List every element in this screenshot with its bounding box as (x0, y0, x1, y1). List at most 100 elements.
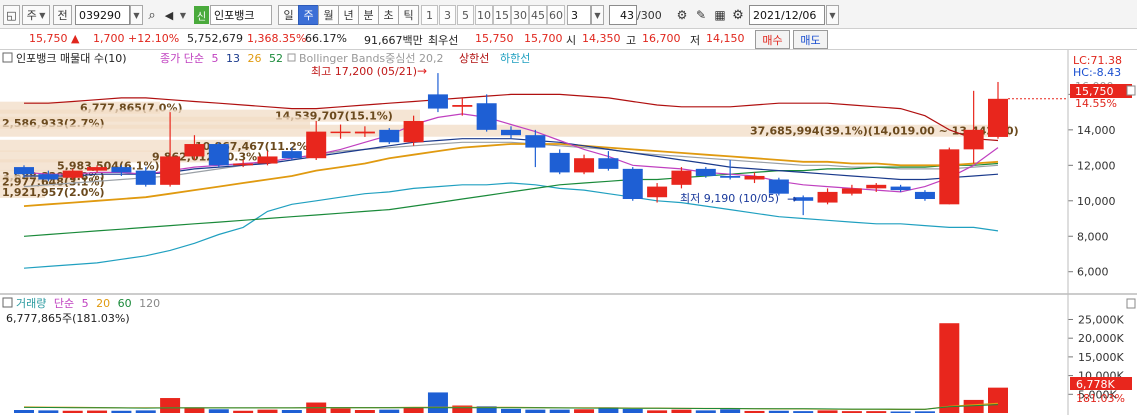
arrow-right-icon: → (417, 64, 427, 78)
price-tick-label: 12,000 (1077, 159, 1116, 172)
period-dropdown-label: 주 (26, 9, 37, 22)
candle-body (427, 94, 448, 109)
stock-name-label: 인포뱅크 (214, 9, 255, 22)
chevron-down-icon: ▼ (133, 10, 140, 20)
legend-bb-upper: 상한선 (459, 52, 489, 65)
candle-body (403, 120, 424, 143)
interval-button-3[interactable]: 3 (439, 5, 456, 25)
candle-body (281, 151, 302, 159)
low-note: 최저 9,190 (10/05) (680, 192, 779, 205)
low-price: 14,150 (706, 32, 745, 45)
volume-ratio: 1,368.35% (247, 32, 307, 45)
open-price: 14,350 (582, 32, 621, 45)
volume-bar (38, 410, 59, 413)
candle-body (306, 131, 327, 159)
interval-button-10[interactable]: 10 (475, 5, 493, 25)
price-tick-label: 14,000 (1077, 124, 1116, 137)
candle-body (14, 167, 34, 175)
date-input[interactable]: 2021/12/06 (749, 5, 825, 25)
high-price: 16,700 (642, 32, 681, 45)
gear-icon[interactable]: ⚙ (729, 5, 747, 25)
period-tab-4[interactable]: 분 (358, 5, 379, 25)
price-tag-pct: 14.55% (1075, 97, 1117, 110)
volume-bar (379, 409, 400, 413)
interval-count[interactable]: 3 (567, 5, 591, 25)
candle-body (525, 135, 546, 148)
interval-button-1[interactable]: 1 (421, 5, 438, 25)
layout-icon[interactable]: ◱ (3, 5, 20, 25)
interval-button-45[interactable]: 45 (529, 5, 547, 25)
volume-bar (281, 410, 302, 413)
price-chart[interactable]: 6,777,865(7.0%)14,539,707(15.1%)2,586,93… (0, 50, 1137, 415)
prev-button-label: 전 (57, 9, 68, 22)
current-price-value: 15,750 (29, 32, 68, 45)
candle-body (208, 144, 229, 166)
code-dropdown[interactable]: ▼ (130, 5, 143, 25)
candle-body (452, 105, 473, 107)
interval-button-30[interactable]: 30 (511, 5, 529, 25)
up-arrow-icon: ▲ (71, 32, 80, 45)
date-dropdown[interactable]: ▼ (826, 5, 839, 25)
legend-box-icon[interactable] (2, 52, 13, 63)
legend-box-icon[interactable] (2, 297, 13, 308)
page-input[interactable]: 43 (609, 5, 637, 25)
period-tab-3[interactable]: 년 (338, 5, 359, 25)
indicator-icon[interactable]: ⚙ (673, 5, 691, 25)
candle-body (38, 174, 59, 180)
date-value: 2021/12/06 (753, 8, 817, 22)
chevron-down-icon: ▼ (829, 10, 836, 20)
volume-bar (62, 410, 83, 413)
price-legend: 인포뱅크 매물대 수(10) 종가 단순 5 13 26 52 Bollinge… (2, 51, 530, 65)
price-tick-label: 8,000 (1077, 230, 1109, 243)
count-dropdown[interactable]: ▼ (591, 5, 604, 25)
candle-body (695, 168, 716, 176)
candle-body (744, 175, 765, 180)
candle-body (841, 188, 862, 194)
stock-code-input[interactable]: 039290 (75, 5, 130, 25)
volume-tick-label: 25,000K (1078, 313, 1124, 326)
grid-icon[interactable]: ▦ (712, 5, 728, 25)
volume-bar (87, 410, 108, 413)
volume-bar (427, 392, 448, 413)
period-tab-1[interactable]: 주 (298, 5, 319, 25)
candle-body (574, 158, 595, 173)
volume-bar (233, 410, 254, 413)
sell-button[interactable]: 매도 (793, 30, 828, 49)
scroll-up-icon[interactable] (1126, 298, 1136, 309)
vma20: 20 (96, 297, 110, 310)
speaker-icon[interactable]: ◀ (162, 5, 176, 25)
chevron-down-icon[interactable]: ▼ (176, 5, 190, 25)
interval-button-15[interactable]: 15 (493, 5, 511, 25)
axis-layer: 6,0008,00010,00012,00014,0005,000K10,000… (1008, 93, 1124, 401)
best-quote-label: 최우선 (428, 34, 459, 47)
candle-body (914, 191, 935, 200)
period-tab-0[interactable]: 일 (278, 5, 299, 25)
toolbar-main: ◱ 주 ▼ 전 039290 ▼ ⌕ ◀ ▼ 신 인포뱅크 일주월년분초틱 13… (0, 0, 1137, 29)
scroll-up-icon[interactable] (1126, 85, 1136, 96)
search-icon[interactable]: ⌕ (144, 5, 160, 25)
buy-button[interactable]: 매수 (755, 30, 790, 49)
arrow-right-icon: → (787, 192, 797, 206)
prev-button[interactable]: 전 (53, 5, 72, 25)
candle-body (939, 149, 960, 205)
legend-ma5: 5 (211, 52, 218, 65)
best-ask: 15,700 (524, 32, 563, 45)
interval-button-5[interactable]: 5 (457, 5, 474, 25)
bb-legend-icon (287, 53, 296, 62)
volume-legend-line: 거래량 단순 5 20 60 120 (16, 297, 160, 310)
volume-bar (671, 409, 692, 413)
turnover: 66.17% (305, 32, 347, 45)
price-tick-label: 6,000 (1077, 266, 1109, 279)
volume-bar (111, 410, 132, 413)
period-tab-6[interactable]: 틱 (398, 5, 419, 25)
interval-button-60[interactable]: 60 (547, 5, 565, 25)
vol-title: 거래량 (16, 297, 46, 310)
draw-tool-icon[interactable]: ✎ (692, 5, 710, 25)
period-tab-2[interactable]: 월 (318, 5, 339, 25)
period-tab-5[interactable]: 초 (378, 5, 399, 25)
volume-bar (160, 398, 181, 413)
candle-body (988, 98, 1008, 137)
period-dropdown[interactable]: 주 ▼ (22, 5, 50, 25)
volume-bar (549, 409, 570, 413)
volume-bar (744, 410, 765, 413)
